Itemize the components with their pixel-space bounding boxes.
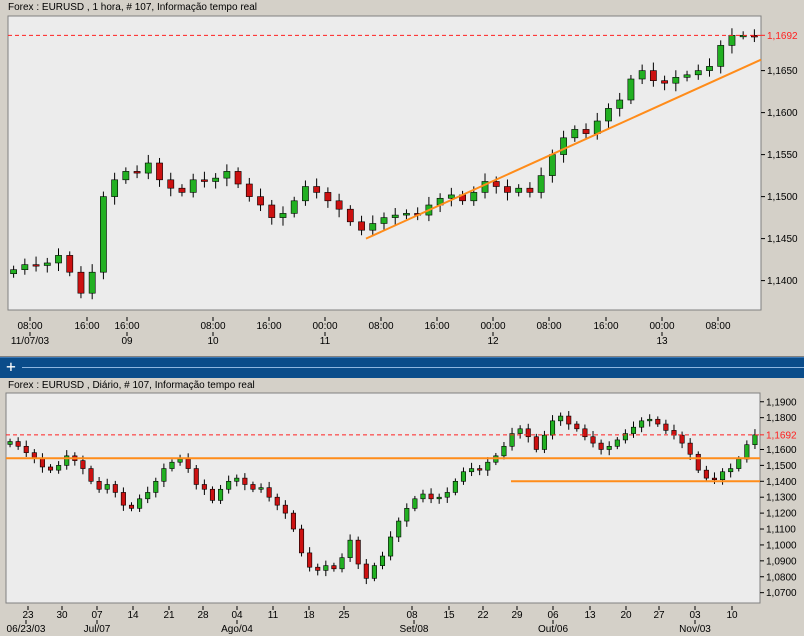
pane-divider[interactable]: +: [0, 357, 804, 379]
y-tick-label: 1,0900: [766, 556, 797, 567]
date-label: 11/07/03: [11, 336, 50, 347]
y-tick-label: 1,1650: [767, 66, 798, 77]
date-label: 13: [656, 336, 668, 347]
date-label: 12: [487, 336, 499, 347]
time-tick-label: 16:00: [424, 321, 449, 332]
y-tick-label: 1,1400: [766, 477, 797, 488]
y-tick-label: 1,1200: [766, 509, 797, 520]
candle: [695, 451, 701, 474]
y-tick-label: 1,1600: [766, 445, 797, 456]
time-tick-label: 16:00: [256, 321, 281, 332]
y-tick-label: 1,1100: [766, 525, 796, 536]
candle: [100, 191, 107, 280]
time-tick-label: 08:00: [705, 321, 730, 332]
y-tick-label: 1,0700: [766, 588, 797, 599]
candle: [355, 536, 361, 570]
month-label: 06/23/03: [7, 624, 46, 635]
y-tick-label: 1,1000: [766, 540, 797, 551]
y-tick-label: 1,1800: [766, 413, 797, 424]
day-tick-label: 13: [584, 610, 596, 621]
y-tick-label: 1,1550: [767, 150, 798, 161]
day-tick-label: 07: [91, 610, 103, 621]
month-label: Ago/04: [221, 624, 253, 635]
y-tick-label: 1,1600: [767, 108, 798, 119]
candle: [290, 510, 296, 532]
candle: [88, 465, 94, 485]
y-tick-label: 1,1450: [767, 234, 798, 245]
daily-plot-area: [5, 392, 761, 604]
day-tick-label: 03: [689, 610, 701, 621]
day-tick-label: 18: [303, 610, 315, 621]
month-label: Out/06: [538, 624, 568, 635]
day-tick-label: 25: [338, 610, 350, 621]
split-handle-icon[interactable]: +: [0, 359, 22, 375]
day-tick-label: 10: [726, 610, 738, 621]
time-tick-label: 08:00: [17, 321, 42, 332]
day-tick-label: 30: [56, 610, 68, 621]
day-tick-label: 08: [406, 610, 418, 621]
time-tick-label: 16:00: [114, 321, 139, 332]
y-tick-label: 1,0800: [766, 572, 797, 583]
candle: [299, 524, 305, 557]
day-tick-label: 15: [443, 610, 455, 621]
time-tick-label: 16:00: [593, 321, 618, 332]
day-tick-label: 22: [477, 610, 489, 621]
hourly-chart-panel[interactable]: Forex : EURUSD , 1 hora, # 107, Informaç…: [0, 0, 804, 357]
day-tick-label: 27: [653, 610, 665, 621]
candle: [533, 433, 539, 453]
daily-chart-svg[interactable]: 1,1900 1,1800 1,1600 1,1500 1,1400 1,1300 1,12…: [0, 378, 804, 636]
day-tick-label: 11: [268, 610, 279, 621]
time-tick-label: 16:00: [74, 321, 99, 332]
y-tick-label: 1,1500: [767, 192, 798, 203]
day-tick-label: 20: [620, 610, 632, 621]
hourly-chart-svg[interactable]: 1,1650 1,1600 1,1550 1,1500 1,1450 1,1400 1,16…: [0, 0, 804, 356]
time-tick-label: 00:00: [312, 321, 337, 332]
y-tick-label: 1,1300: [766, 493, 797, 504]
date-label: 11: [320, 336, 331, 347]
day-tick-label: 06: [547, 610, 559, 621]
y-tick-label: 1,1400: [767, 276, 798, 287]
time-tick-label: 00:00: [649, 321, 674, 332]
hourly-plot-area: [7, 15, 762, 311]
day-tick-label: 29: [511, 610, 523, 621]
current-price-label: 1,1692: [766, 430, 797, 441]
day-tick-label: 14: [127, 610, 139, 621]
time-tick-label: 08:00: [368, 321, 393, 332]
candle: [371, 562, 377, 582]
time-tick-label: 08:00: [536, 321, 561, 332]
daily-chart-panel[interactable]: Forex : EURUSD , Diário, # 107, Informaç…: [0, 378, 804, 636]
candle: [627, 74, 635, 105]
date-label: 10: [207, 336, 219, 347]
current-price-label: 1,1692: [767, 31, 798, 42]
day-tick-label: 28: [197, 610, 209, 621]
day-tick-label: 23: [22, 610, 34, 621]
divider-line: [22, 367, 804, 368]
day-tick-label: 21: [163, 610, 175, 621]
month-label: Jul/07: [84, 624, 111, 635]
month-label: Set/08: [400, 624, 429, 635]
day-tick-label: 04: [231, 610, 243, 621]
date-label: 09: [121, 336, 133, 347]
month-label: Nov/03: [679, 624, 711, 635]
time-tick-label: 00:00: [480, 321, 505, 332]
y-tick-label: 1,1900: [766, 397, 797, 408]
y-tick-label: 1,1500: [766, 461, 797, 472]
time-tick-label: 08:00: [200, 321, 225, 332]
